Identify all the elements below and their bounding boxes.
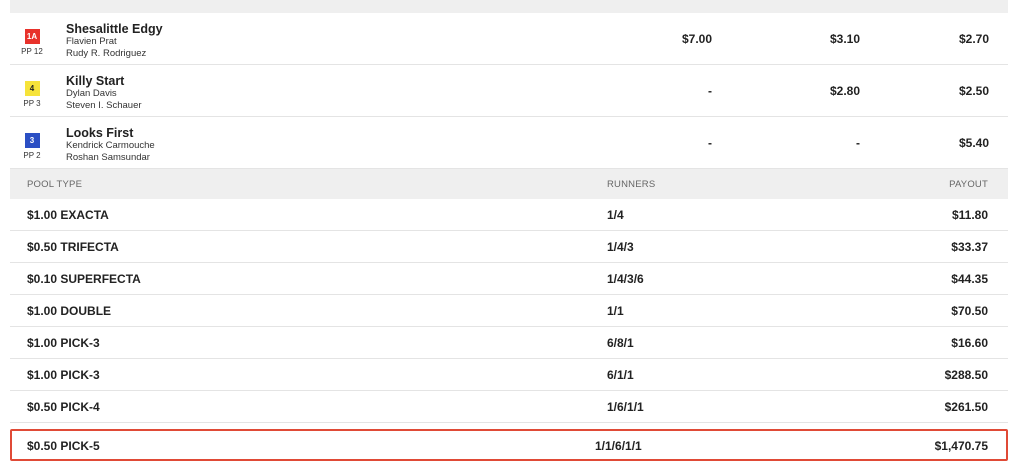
- pool-payout: $16.60: [951, 336, 988, 350]
- runner-info: Shesalittle Edgy Flavien Prat Rudy R. Ro…: [66, 22, 163, 60]
- show-payout: $2.50: [958, 84, 989, 98]
- trainer-name: Rudy R. Rodriguez: [66, 48, 147, 59]
- jockey-name: Flavien Prat: [66, 36, 117, 47]
- pool-runners: 1/1: [607, 304, 624, 318]
- show-payout: $2.70: [958, 32, 989, 46]
- runner-info: Killy Start Dylan Davis Steven I. Schaue…: [66, 74, 142, 112]
- pool-row: $1.00 PICK-3 6/1/1 $288.50: [10, 359, 1008, 391]
- win-payout: -: [708, 84, 712, 98]
- post-position-block: 4 PP 3: [20, 81, 44, 108]
- runner-info: Looks First Kendrick Carmouche Roshan Sa…: [66, 126, 155, 164]
- pool-payout: $288.50: [944, 368, 988, 382]
- pool-row: $0.50 PICK-4 1/6/1/1 $261.50: [10, 391, 1008, 423]
- post-position-label: PP 12: [21, 47, 43, 56]
- jockey-name: Dylan Davis: [66, 88, 117, 99]
- horse-name: Killy Start: [66, 74, 125, 88]
- pool-payout: $11.80: [951, 208, 988, 222]
- post-position-block: 1A PP 12: [20, 29, 44, 56]
- post-position-label: PP 3: [23, 99, 41, 108]
- horse-name: Shesalittle Edgy: [66, 22, 163, 36]
- win-payout: -: [708, 136, 712, 150]
- saddle-cloth-badge: 4: [24, 81, 40, 96]
- pool-type: $0.50 PICK-5: [27, 439, 100, 453]
- pool-type: $1.00 DOUBLE: [27, 304, 112, 318]
- pool-row: $0.50 TRIFECTA 1/4/3 $33.37: [10, 231, 1008, 263]
- runner-row: 4 PP 3 Killy Start Dylan Davis Steven I.…: [10, 65, 1008, 117]
- payout-header: PAYOUT: [949, 179, 988, 190]
- pool-runners: 6/1/1: [607, 368, 634, 382]
- pool-row: $1.00 PICK-3 6/8/1 $16.60: [10, 327, 1008, 359]
- pool-table-header: POOL TYPE RUNNERS PAYOUT: [10, 169, 1008, 199]
- pool-type: $0.50 TRIFECTA: [27, 240, 119, 254]
- show-payout: $5.40: [958, 136, 989, 150]
- pool-runners: 1/4: [607, 208, 624, 222]
- pool-type: $1.00 PICK-3: [27, 336, 100, 350]
- jockey-name: Kendrick Carmouche: [66, 140, 155, 151]
- post-position-block: 3 PP 2: [20, 133, 44, 160]
- pool-type: $1.00 PICK-3: [27, 368, 100, 382]
- pool-row: $0.10 SUPERFECTA 1/4/3/6 $44.35: [10, 263, 1008, 295]
- saddle-cloth-badge: 3: [24, 133, 40, 148]
- pool-runners: 6/8/1: [607, 336, 634, 350]
- saddle-cloth-badge: 1A: [24, 29, 40, 44]
- horse-name: Looks First: [66, 126, 134, 140]
- pool-payout: $33.37: [951, 240, 988, 254]
- win-payout: $7.00: [681, 32, 712, 46]
- place-payout: $3.10: [829, 32, 860, 46]
- pool-row: $1.00 DOUBLE 1/1 $70.50: [10, 295, 1008, 327]
- pool-runners: 1/1/6/1/1: [595, 439, 642, 453]
- runners-header: RUNNERS: [607, 179, 656, 190]
- pool-type: $1.00 EXACTA: [27, 208, 109, 222]
- place-payout: -: [856, 136, 860, 150]
- trainer-name: Roshan Samsundar: [66, 152, 150, 163]
- place-payout: $2.80: [829, 84, 860, 98]
- runner-row: 3 PP 2 Looks First Kendrick Carmouche Ro…: [10, 117, 1008, 169]
- pool-payout: $70.50: [951, 304, 988, 318]
- trainer-name: Steven I. Schauer: [66, 100, 142, 111]
- pool-payout: $261.50: [944, 400, 988, 414]
- pool-runners: 1/4/3: [607, 240, 634, 254]
- pool-row-highlighted: $0.50 PICK-5 1/1/6/1/1 $1,470.75: [10, 429, 1008, 461]
- pool-row: $1.00 EXACTA 1/4 $11.80: [10, 199, 1008, 231]
- post-position-label: PP 2: [23, 151, 41, 160]
- pool-type-header: POOL TYPE: [27, 179, 83, 190]
- pool-runners: 1/6/1/1: [607, 400, 644, 414]
- runner-row: 1A PP 12 Shesalittle Edgy Flavien Prat R…: [10, 13, 1008, 65]
- pool-payout: $1,470.75: [934, 439, 988, 453]
- pool-type: $0.50 PICK-4: [27, 400, 100, 414]
- pool-runners: 1/4/3/6: [607, 272, 644, 286]
- panel-top-bar: [10, 0, 1008, 13]
- results-panel: 1A PP 12 Shesalittle Edgy Flavien Prat R…: [10, 0, 1008, 461]
- pool-type: $0.10 SUPERFECTA: [27, 272, 141, 286]
- pool-payout: $44.35: [951, 272, 988, 286]
